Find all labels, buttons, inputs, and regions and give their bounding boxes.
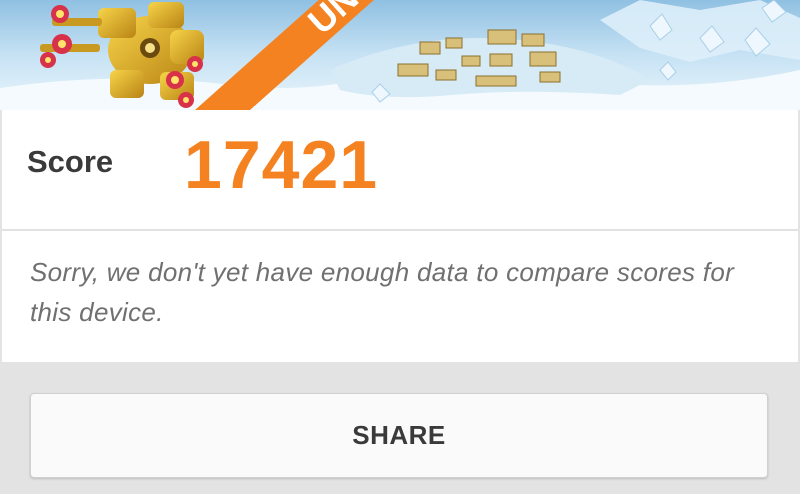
benchmark-banner: UN (0, 0, 800, 110)
ice-storm-artwork: UN (0, 0, 800, 110)
share-button-label: SHARE (352, 420, 446, 450)
comparison-message: Sorry, we don't yet have enough data to … (30, 257, 735, 327)
share-button[interactable]: SHARE (30, 393, 768, 478)
score-card (2, 110, 798, 231)
score-value: 17421 (184, 127, 379, 203)
score-label: Score (27, 144, 114, 179)
